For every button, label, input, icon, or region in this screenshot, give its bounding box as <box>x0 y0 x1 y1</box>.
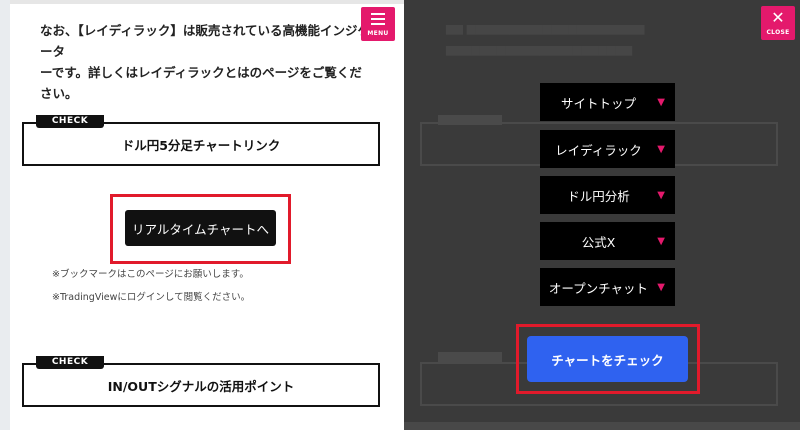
nav-item-official-x[interactable]: 公式X ▼ <box>540 222 675 260</box>
section-title-signal-points: IN/OUTシグナルの活用ポイント <box>107 378 295 394</box>
ghost-text: ▆▆ ▆▆▆▆▆▆▆▆▆▆▆▆▆▆▆▆▆▆▆▆▆ <box>446 22 645 35</box>
check-box-chart-link: ドル円5分足チャートリンク <box>22 122 380 166</box>
nav-item-label: ドル円分析 <box>567 188 630 204</box>
intro-line-2: ーです。詳しくはレイディラックとはのページをご覧ください。 <box>40 65 362 101</box>
hamburger-icon <box>371 13 385 28</box>
ghost-bar <box>404 422 800 430</box>
article-panel: なお、【レイディラック】は販売されている高機能インジケータ ーです。詳しくはレイ… <box>0 0 404 430</box>
left-gutter <box>0 0 10 430</box>
check-chart-button[interactable]: チャートをチェック <box>527 336 688 382</box>
triangle-down-icon: ▼ <box>657 281 665 293</box>
ghost-tab <box>438 352 502 362</box>
nav-item-site-top[interactable]: サイトトップ ▼ <box>540 83 675 121</box>
login-note: ※TradingViewにログインして閲覧ください。 <box>52 292 251 303</box>
triangle-down-icon: ▼ <box>657 189 665 201</box>
nav-item-label: サイトトップ <box>560 95 636 111</box>
nav-item-raydirac[interactable]: レイディラック ▼ <box>540 130 675 168</box>
intro-line-1: なお、【レイディラック】は販売されている高機能インジケータ <box>40 23 371 59</box>
close-icon: ✕ <box>771 8 785 27</box>
nav-item-usdjpy-analysis[interactable]: ドル円分析 ▼ <box>540 176 675 214</box>
close-button[interactable]: ✕ CLOSE <box>761 6 795 40</box>
nav-item-label: 公式X <box>581 234 616 250</box>
triangle-down-icon: ▼ <box>657 143 665 155</box>
check-box-signal-points: IN/OUTシグナルの活用ポイント <box>22 363 380 407</box>
menu-button-label: MENU <box>367 30 389 37</box>
realtime-chart-button[interactable]: リアルタイムチャートへ <box>125 210 276 246</box>
nav-overlay[interactable]: ▆▆ ▆▆▆▆▆▆▆▆▆▆▆▆▆▆▆▆▆▆▆▆▆ ▆▆▆▆▆▆▆▆▆▆▆▆▆▆▆… <box>404 0 800 430</box>
close-button-label: CLOSE <box>766 29 790 36</box>
triangle-down-icon: ▼ <box>657 235 665 247</box>
nav-item-label: オープンチャット <box>548 280 649 296</box>
nav-item-open-chat[interactable]: オープンチャット ▼ <box>540 268 675 306</box>
menu-button[interactable]: MENU <box>361 7 395 41</box>
section-title-chart-link: ドル円5分足チャートリンク <box>121 137 281 153</box>
ghost-text: ▆▆▆▆▆▆▆▆▆▆▆▆▆▆▆▆▆▆▆▆▆▆ <box>446 43 633 56</box>
triangle-down-icon: ▼ <box>657 96 665 108</box>
check-tag: CHECK <box>36 356 104 369</box>
check-tag: CHECK <box>36 115 104 128</box>
intro-paragraph: なお、【レイディラック】は販売されている高機能インジケータ ーです。詳しくはレイ… <box>40 20 370 104</box>
nav-item-label: レイディラック <box>555 142 642 158</box>
top-edge <box>0 0 404 4</box>
bookmark-note: ※ブックマークはこのページにお願いします。 <box>52 269 249 280</box>
